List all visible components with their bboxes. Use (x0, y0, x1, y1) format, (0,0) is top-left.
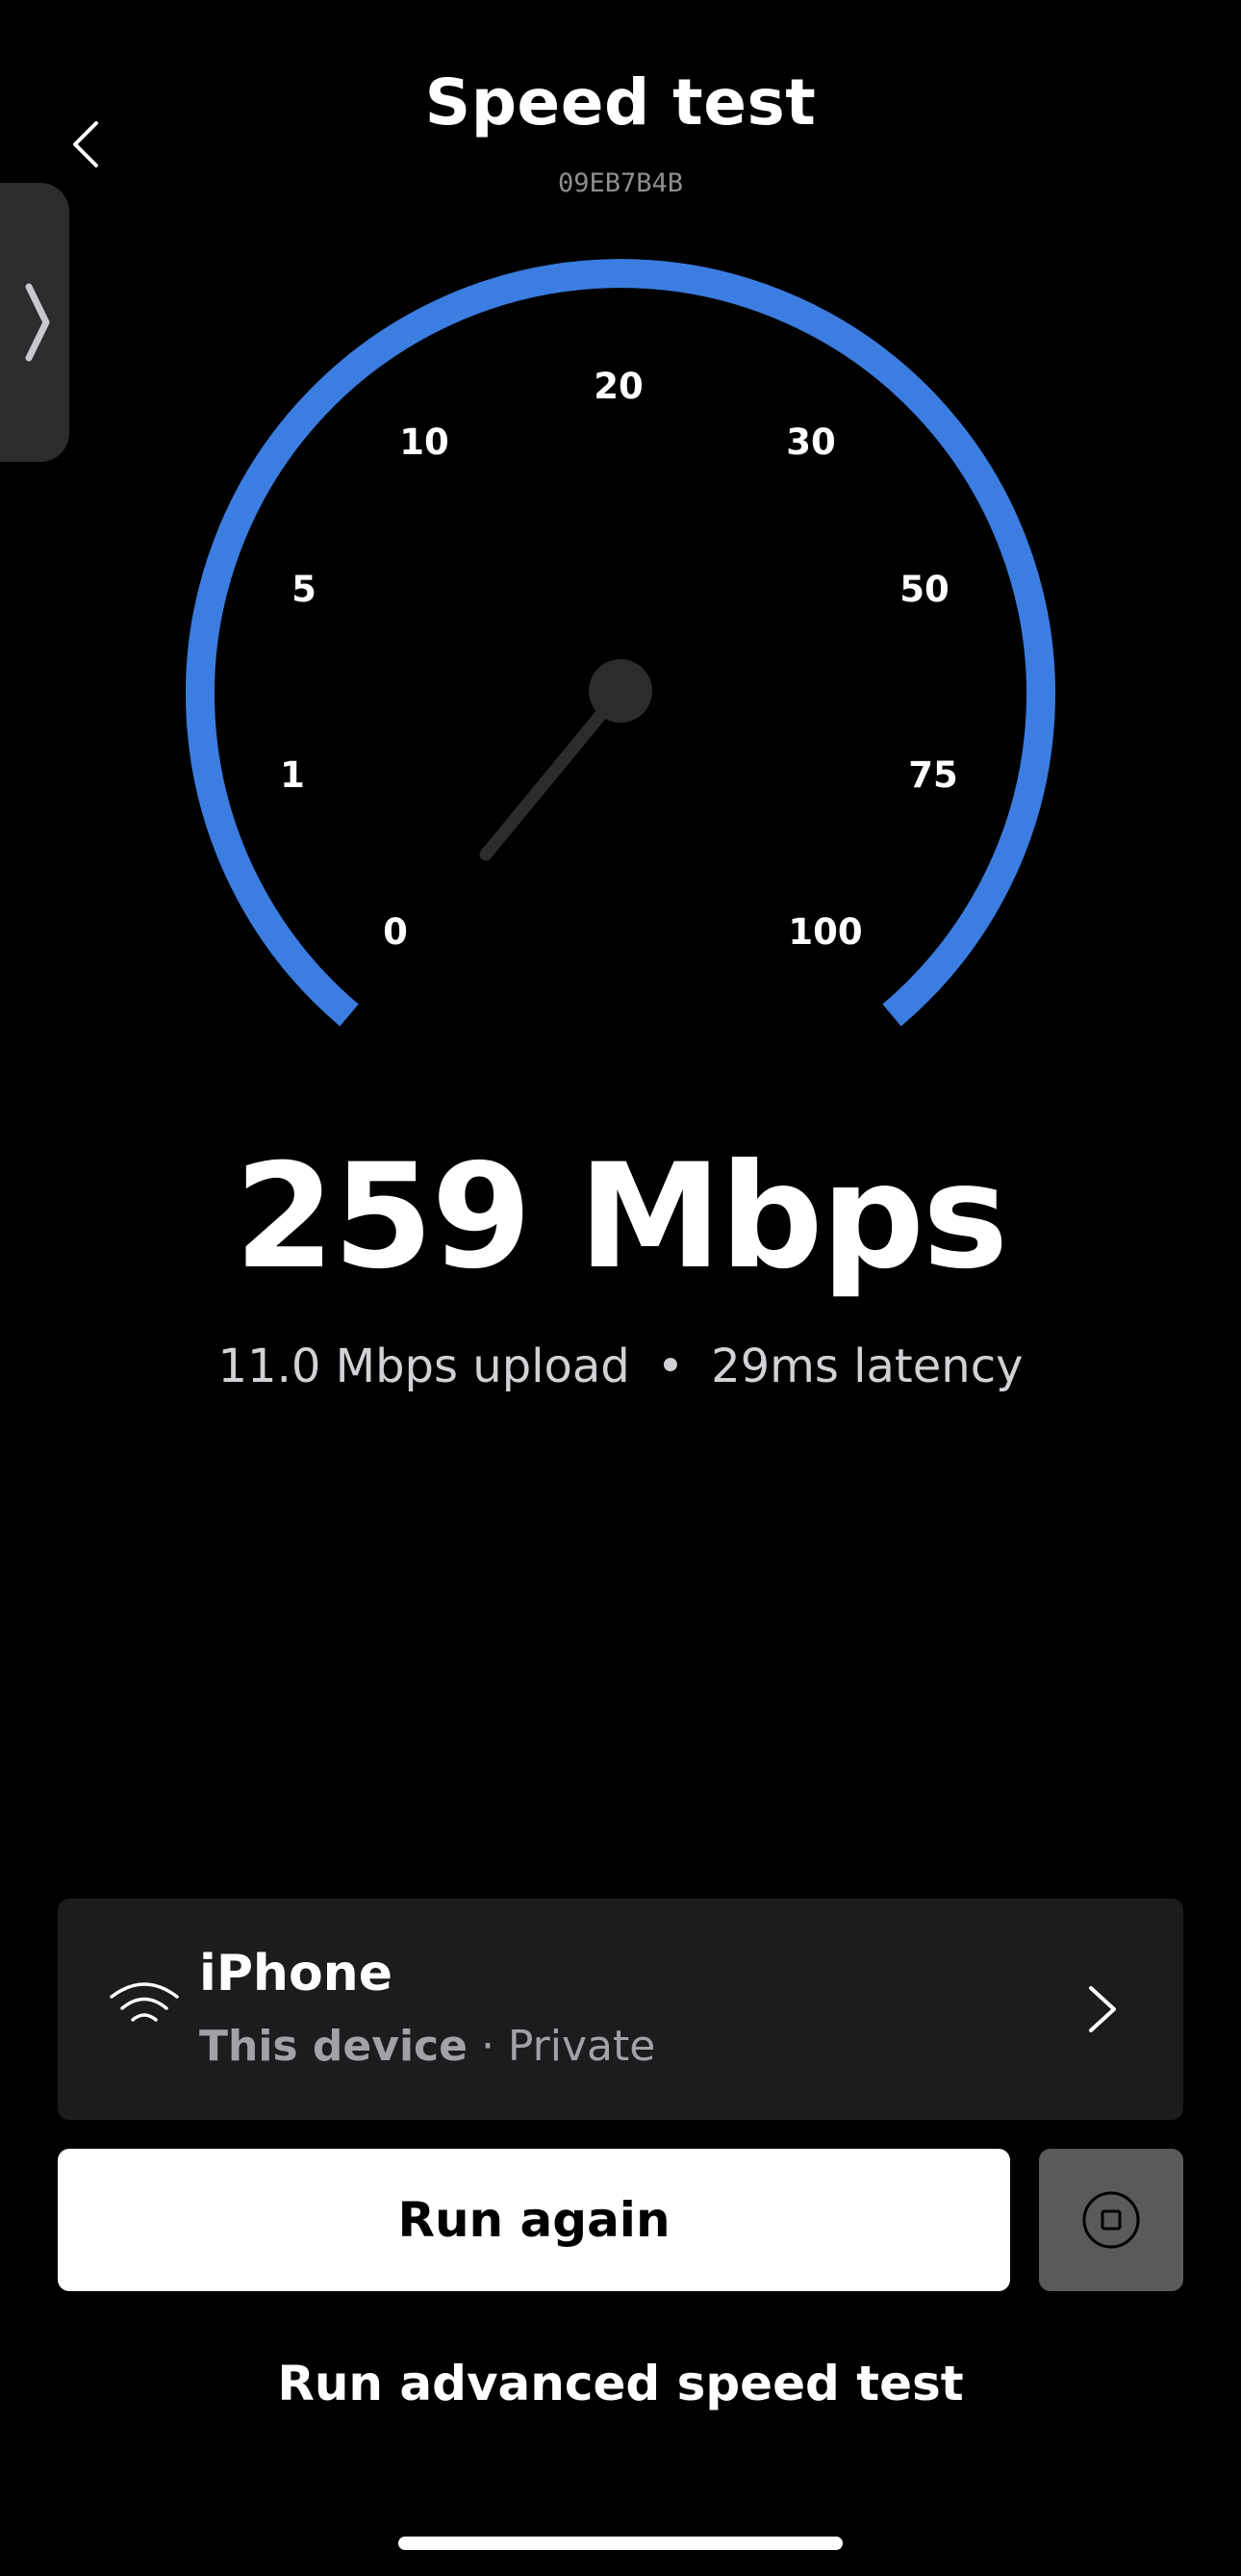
chevron-right-icon (1089, 1986, 1116, 2032)
gauge-needle (479, 684, 627, 861)
latency: 29ms latency (711, 1339, 1024, 1393)
gauge-tick-20: 20 (594, 366, 644, 407)
speed-gauge: 0 1 5 10 20 30 50 75 100 (186, 259, 1055, 1027)
device-meta: This device · Private (199, 2022, 655, 2071)
gauge-tick-75: 75 (908, 754, 958, 796)
download-speed: 259 Mbps (234, 1134, 1009, 1301)
upload-speed: 11.0 Mbps upload (217, 1339, 630, 1393)
advanced-speed-test-link[interactable]: Run advanced speed test (0, 2356, 1241, 2411)
gauge-tick-50: 50 (899, 569, 950, 610)
gauge-hub (589, 659, 652, 723)
device-network: Private (507, 2022, 656, 2071)
stop-button[interactable] (1039, 2149, 1183, 2291)
device-card[interactable]: iPhone This device · Private (58, 1899, 1183, 2120)
device-meta-separator: · (467, 2022, 508, 2071)
gauge-tick-10: 10 (399, 421, 449, 463)
device-type: This device (199, 2022, 468, 2071)
gauge-tick-100: 100 (788, 911, 862, 953)
gauge-tick-30: 30 (786, 421, 836, 463)
stop-icon (1082, 2191, 1140, 2249)
home-indicator (398, 2537, 843, 2550)
gauge-tick-1: 1 (280, 754, 305, 796)
separator-dot: • (656, 1339, 685, 1393)
run-again-button[interactable]: Run again (58, 2149, 1010, 2291)
gauge-tick-5: 5 (291, 569, 317, 610)
device-name: iPhone (199, 1945, 393, 2002)
speed-details: 11.0 Mbps upload • 29ms latency (0, 1339, 1241, 1393)
wifi-icon (110, 1982, 179, 2022)
gauge-tick-0: 0 (383, 911, 408, 953)
